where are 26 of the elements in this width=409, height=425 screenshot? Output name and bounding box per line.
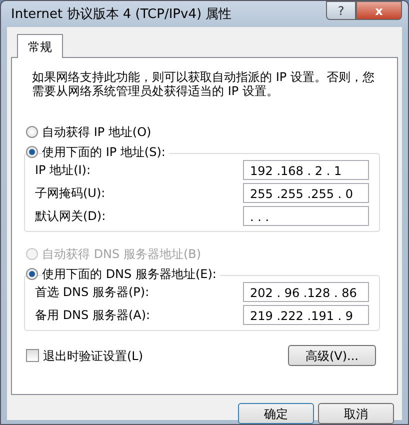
help-button[interactable]: ?: [326, 1, 356, 20]
cancel-button[interactable]: 取消: [318, 403, 394, 424]
ip-field[interactable]: 255 .255 .255 . 0: [243, 182, 369, 202]
radio-button[interactable]: [26, 146, 38, 158]
field-label: 备用 DNS 服务器(A):: [35, 306, 150, 324]
checkbox-label: 退出时验证设置(L): [43, 348, 144, 364]
ip-field[interactable]: 192 .168 . 2 . 1: [243, 160, 369, 180]
radio-label: 使用下面的 IP 地址(S):: [42, 143, 170, 161]
radio-button[interactable]: [26, 126, 38, 138]
radio-button[interactable]: [26, 268, 38, 280]
field-label: IP 地址(I):: [35, 162, 91, 178]
field-label: 默认网关(D):: [35, 208, 106, 224]
tab[interactable]: 常规: [17, 34, 63, 58]
ip-field[interactable]: 219 .222 .191 . 9: [243, 304, 369, 324]
description-text: 如果网络支持此功能，则可以获取自动指派的 IP 设置。否则，您需要从网络系统管理员处获得适当的 IP 设置。: [32, 70, 376, 98]
radio-label: 自动获得 DNS 服务器地址(B): [42, 246, 202, 263]
radio-label: 使用下面的 DNS 服务器地址(E):: [42, 265, 220, 283]
window-title: Internet 协议版本 4 (TCP/IPv4) 属性: [10, 6, 232, 24]
ok-button[interactable]: 确定: [238, 403, 314, 424]
radio-label: 自动获得 IP 地址(O): [42, 124, 152, 141]
field-label: 首选 DNS 服务器(P):: [35, 284, 150, 300]
advanced-button[interactable]: 高级(V)...: [288, 345, 376, 366]
ip-field[interactable]: 202 . 96 .128 . 86: [243, 282, 369, 302]
checkbox[interactable]: [26, 349, 39, 362]
ip-field[interactable]: . . .: [243, 206, 369, 226]
field-label: 子网掩码(U):: [35, 184, 106, 202]
